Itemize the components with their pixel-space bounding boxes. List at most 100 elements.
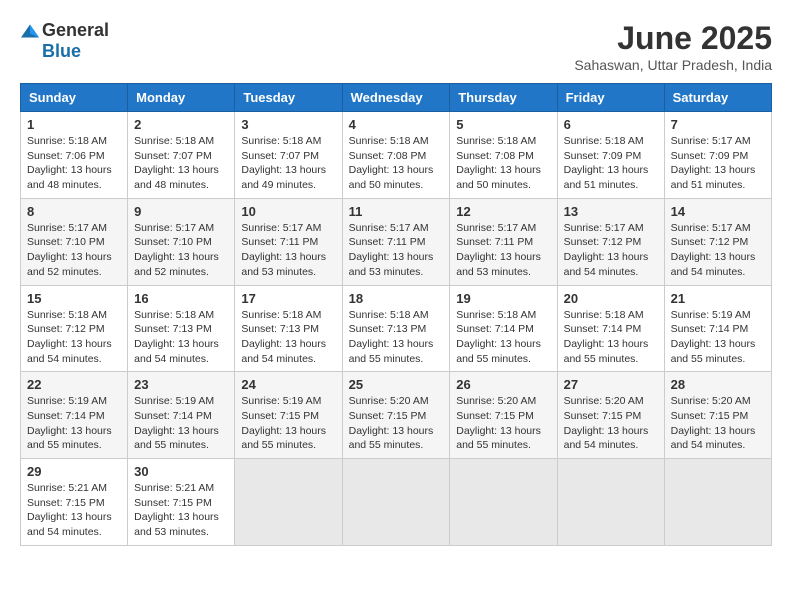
col-thursday: Thursday bbox=[450, 84, 557, 112]
day-info: Sunrise: 5:18 AMSunset: 7:14 PMDaylight:… bbox=[456, 308, 550, 367]
day-number: 9 bbox=[134, 204, 228, 219]
logo: General Blue bbox=[20, 20, 109, 62]
day-number: 4 bbox=[349, 117, 444, 132]
calendar-week-row: 15 Sunrise: 5:18 AMSunset: 7:12 PMDayligh… bbox=[21, 285, 772, 372]
calendar-week-row: 1Sunrise: 5:18 AMSunset: 7:06 PMDaylight… bbox=[21, 112, 772, 199]
table-row: 12 Sunrise: 5:17 AMSunset: 7:11 PMDayligh… bbox=[450, 198, 557, 285]
table-row: 26Sunrise: 5:20 AMSunset: 7:15 PMDayligh… bbox=[450, 372, 557, 459]
calendar: Sunday Monday Tuesday Wednesday Thursday… bbox=[20, 83, 772, 546]
day-number: 25 bbox=[349, 377, 444, 392]
table-row: 23 Sunrise: 5:19 AMSunset: 7:14 PMDayligh… bbox=[128, 372, 235, 459]
col-monday: Monday bbox=[128, 84, 235, 112]
table-row: 5 Sunrise: 5:18 AMSunset: 7:08 PMDaylight… bbox=[450, 112, 557, 199]
calendar-week-row: 29 Sunrise: 5:21 AMSunset: 7:15 PMDayligh… bbox=[21, 459, 772, 546]
day-number: 16 bbox=[134, 291, 228, 306]
day-number: 12 bbox=[456, 204, 550, 219]
table-row bbox=[664, 459, 771, 546]
day-info: Sunrise: 5:17 AMSunset: 7:11 PMDaylight:… bbox=[241, 221, 335, 280]
day-info: Sunrise: 5:19 AMSunset: 7:15 PMDaylight:… bbox=[241, 394, 335, 453]
table-row: 30Sunrise: 5:21 AMSunset: 7:15 PMDayligh… bbox=[128, 459, 235, 546]
table-row: 14 Sunrise: 5:17 AMSunset: 7:12 PMDayligh… bbox=[664, 198, 771, 285]
day-number: 22 bbox=[27, 377, 121, 392]
day-number: 29 bbox=[27, 464, 121, 479]
calendar-header-row: Sunday Monday Tuesday Wednesday Thursday… bbox=[21, 84, 772, 112]
table-row: 22 Sunrise: 5:19 AMSunset: 7:14 PMDayligh… bbox=[21, 372, 128, 459]
table-row: 15 Sunrise: 5:18 AMSunset: 7:12 PMDayligh… bbox=[21, 285, 128, 372]
logo-icon bbox=[20, 21, 40, 41]
day-info: Sunrise: 5:18 AMSunset: 7:14 PMDaylight:… bbox=[564, 308, 658, 367]
day-info: Sunrise: 5:17 AMSunset: 7:09 PMDaylight:… bbox=[671, 134, 765, 193]
col-wednesday: Wednesday bbox=[342, 84, 450, 112]
day-info: Sunrise: 5:18 AMSunset: 7:08 PMDaylight:… bbox=[456, 134, 550, 193]
day-number: 27 bbox=[564, 377, 658, 392]
calendar-week-row: 8 Sunrise: 5:17 AMSunset: 7:10 PMDaylight… bbox=[21, 198, 772, 285]
day-info: Sunrise: 5:17 AMSunset: 7:11 PMDaylight:… bbox=[349, 221, 444, 280]
day-number: 19 bbox=[456, 291, 550, 306]
day-number: 5 bbox=[456, 117, 550, 132]
table-row: 25 Sunrise: 5:20 AMSunset: 7:15 PMDayligh… bbox=[342, 372, 450, 459]
day-number: 18 bbox=[349, 291, 444, 306]
table-row: 13 Sunrise: 5:17 AMSunset: 7:12 PMDayligh… bbox=[557, 198, 664, 285]
day-number: 15 bbox=[27, 291, 121, 306]
table-row: 9 Sunrise: 5:17 AMSunset: 7:10 PMDaylight… bbox=[128, 198, 235, 285]
day-number: 8 bbox=[27, 204, 121, 219]
day-info: Sunrise: 5:17 AMSunset: 7:12 PMDaylight:… bbox=[671, 221, 765, 280]
table-row: 2 Sunrise: 5:18 AMSunset: 7:07 PMDaylight… bbox=[128, 112, 235, 199]
day-info: Sunrise: 5:21 AMSunset: 7:15 PMDaylight:… bbox=[134, 481, 228, 540]
day-number: 1 bbox=[27, 117, 121, 132]
day-number: 10 bbox=[241, 204, 335, 219]
day-info: Sunrise: 5:17 AMSunset: 7:10 PMDaylight:… bbox=[134, 221, 228, 280]
day-info: Sunrise: 5:19 AMSunset: 7:14 PMDaylight:… bbox=[27, 394, 121, 453]
day-number: 11 bbox=[349, 204, 444, 219]
day-info: Sunrise: 5:19 AMSunset: 7:14 PMDaylight:… bbox=[134, 394, 228, 453]
table-row: 21 Sunrise: 5:19 AMSunset: 7:14 PMDayligh… bbox=[664, 285, 771, 372]
day-info: Sunrise: 5:19 AMSunset: 7:14 PMDaylight:… bbox=[671, 308, 765, 367]
day-info: Sunrise: 5:18 AMSunset: 7:07 PMDaylight:… bbox=[241, 134, 335, 193]
table-row: 17 Sunrise: 5:18 AMSunset: 7:13 PMDayligh… bbox=[235, 285, 342, 372]
day-info: Sunrise: 5:20 AMSunset: 7:15 PMDaylight:… bbox=[349, 394, 444, 453]
day-info: Sunrise: 5:20 AMSunset: 7:15 PMDaylight:… bbox=[564, 394, 658, 453]
col-sunday: Sunday bbox=[21, 84, 128, 112]
day-number: 2 bbox=[134, 117, 228, 132]
location-subtitle: Sahaswan, Uttar Pradesh, India bbox=[574, 57, 772, 73]
day-info: Sunrise: 5:20 AMSunset: 7:15 PMDaylight:… bbox=[671, 394, 765, 453]
day-info: Sunrise: 5:18 AMSunset: 7:13 PMDaylight:… bbox=[241, 308, 335, 367]
day-info: Sunrise: 5:17 AMSunset: 7:11 PMDaylight:… bbox=[456, 221, 550, 280]
day-info: Sunrise: 5:21 AMSunset: 7:15 PMDaylight:… bbox=[27, 481, 121, 540]
day-number: 26 bbox=[456, 377, 550, 392]
day-number: 24 bbox=[241, 377, 335, 392]
day-number: 28 bbox=[671, 377, 765, 392]
day-number: 6 bbox=[564, 117, 658, 132]
day-info: Sunrise: 5:18 AMSunset: 7:07 PMDaylight:… bbox=[134, 134, 228, 193]
table-row: 3 Sunrise: 5:18 AMSunset: 7:07 PMDaylight… bbox=[235, 112, 342, 199]
table-row: 6 Sunrise: 5:18 AMSunset: 7:09 PMDaylight… bbox=[557, 112, 664, 199]
day-info: Sunrise: 5:18 AMSunset: 7:08 PMDaylight:… bbox=[349, 134, 444, 193]
table-row: 24 Sunrise: 5:19 AMSunset: 7:15 PMDayligh… bbox=[235, 372, 342, 459]
day-info: Sunrise: 5:17 AMSunset: 7:10 PMDaylight:… bbox=[27, 221, 121, 280]
table-row: 11 Sunrise: 5:17 AMSunset: 7:11 PMDayligh… bbox=[342, 198, 450, 285]
logo-blue: Blue bbox=[42, 41, 81, 62]
day-number: 14 bbox=[671, 204, 765, 219]
day-info: Sunrise: 5:18 AMSunset: 7:13 PMDaylight:… bbox=[349, 308, 444, 367]
table-row bbox=[235, 459, 342, 546]
col-saturday: Saturday bbox=[664, 84, 771, 112]
day-info: Sunrise: 5:18 AMSunset: 7:09 PMDaylight:… bbox=[564, 134, 658, 193]
table-row: 8 Sunrise: 5:17 AMSunset: 7:10 PMDaylight… bbox=[21, 198, 128, 285]
table-row: 1Sunrise: 5:18 AMSunset: 7:06 PMDaylight… bbox=[21, 112, 128, 199]
table-row: 28 Sunrise: 5:20 AMSunset: 7:15 PMDayligh… bbox=[664, 372, 771, 459]
col-tuesday: Tuesday bbox=[235, 84, 342, 112]
day-number: 21 bbox=[671, 291, 765, 306]
day-number: 13 bbox=[564, 204, 658, 219]
day-number: 3 bbox=[241, 117, 335, 132]
table-row: 19 Sunrise: 5:18 AMSunset: 7:14 PMDayligh… bbox=[450, 285, 557, 372]
day-number: 23 bbox=[134, 377, 228, 392]
col-friday: Friday bbox=[557, 84, 664, 112]
day-number: 17 bbox=[241, 291, 335, 306]
table-row: 27 Sunrise: 5:20 AMSunset: 7:15 PMDayligh… bbox=[557, 372, 664, 459]
day-info: Sunrise: 5:17 AMSunset: 7:12 PMDaylight:… bbox=[564, 221, 658, 280]
day-info: Sunrise: 5:18 AMSunset: 7:13 PMDaylight:… bbox=[134, 308, 228, 367]
table-row bbox=[342, 459, 450, 546]
table-row: 29 Sunrise: 5:21 AMSunset: 7:15 PMDayligh… bbox=[21, 459, 128, 546]
calendar-week-row: 22 Sunrise: 5:19 AMSunset: 7:14 PMDayligh… bbox=[21, 372, 772, 459]
day-info: Sunrise: 5:18 AMSunset: 7:12 PMDaylight:… bbox=[27, 308, 121, 367]
